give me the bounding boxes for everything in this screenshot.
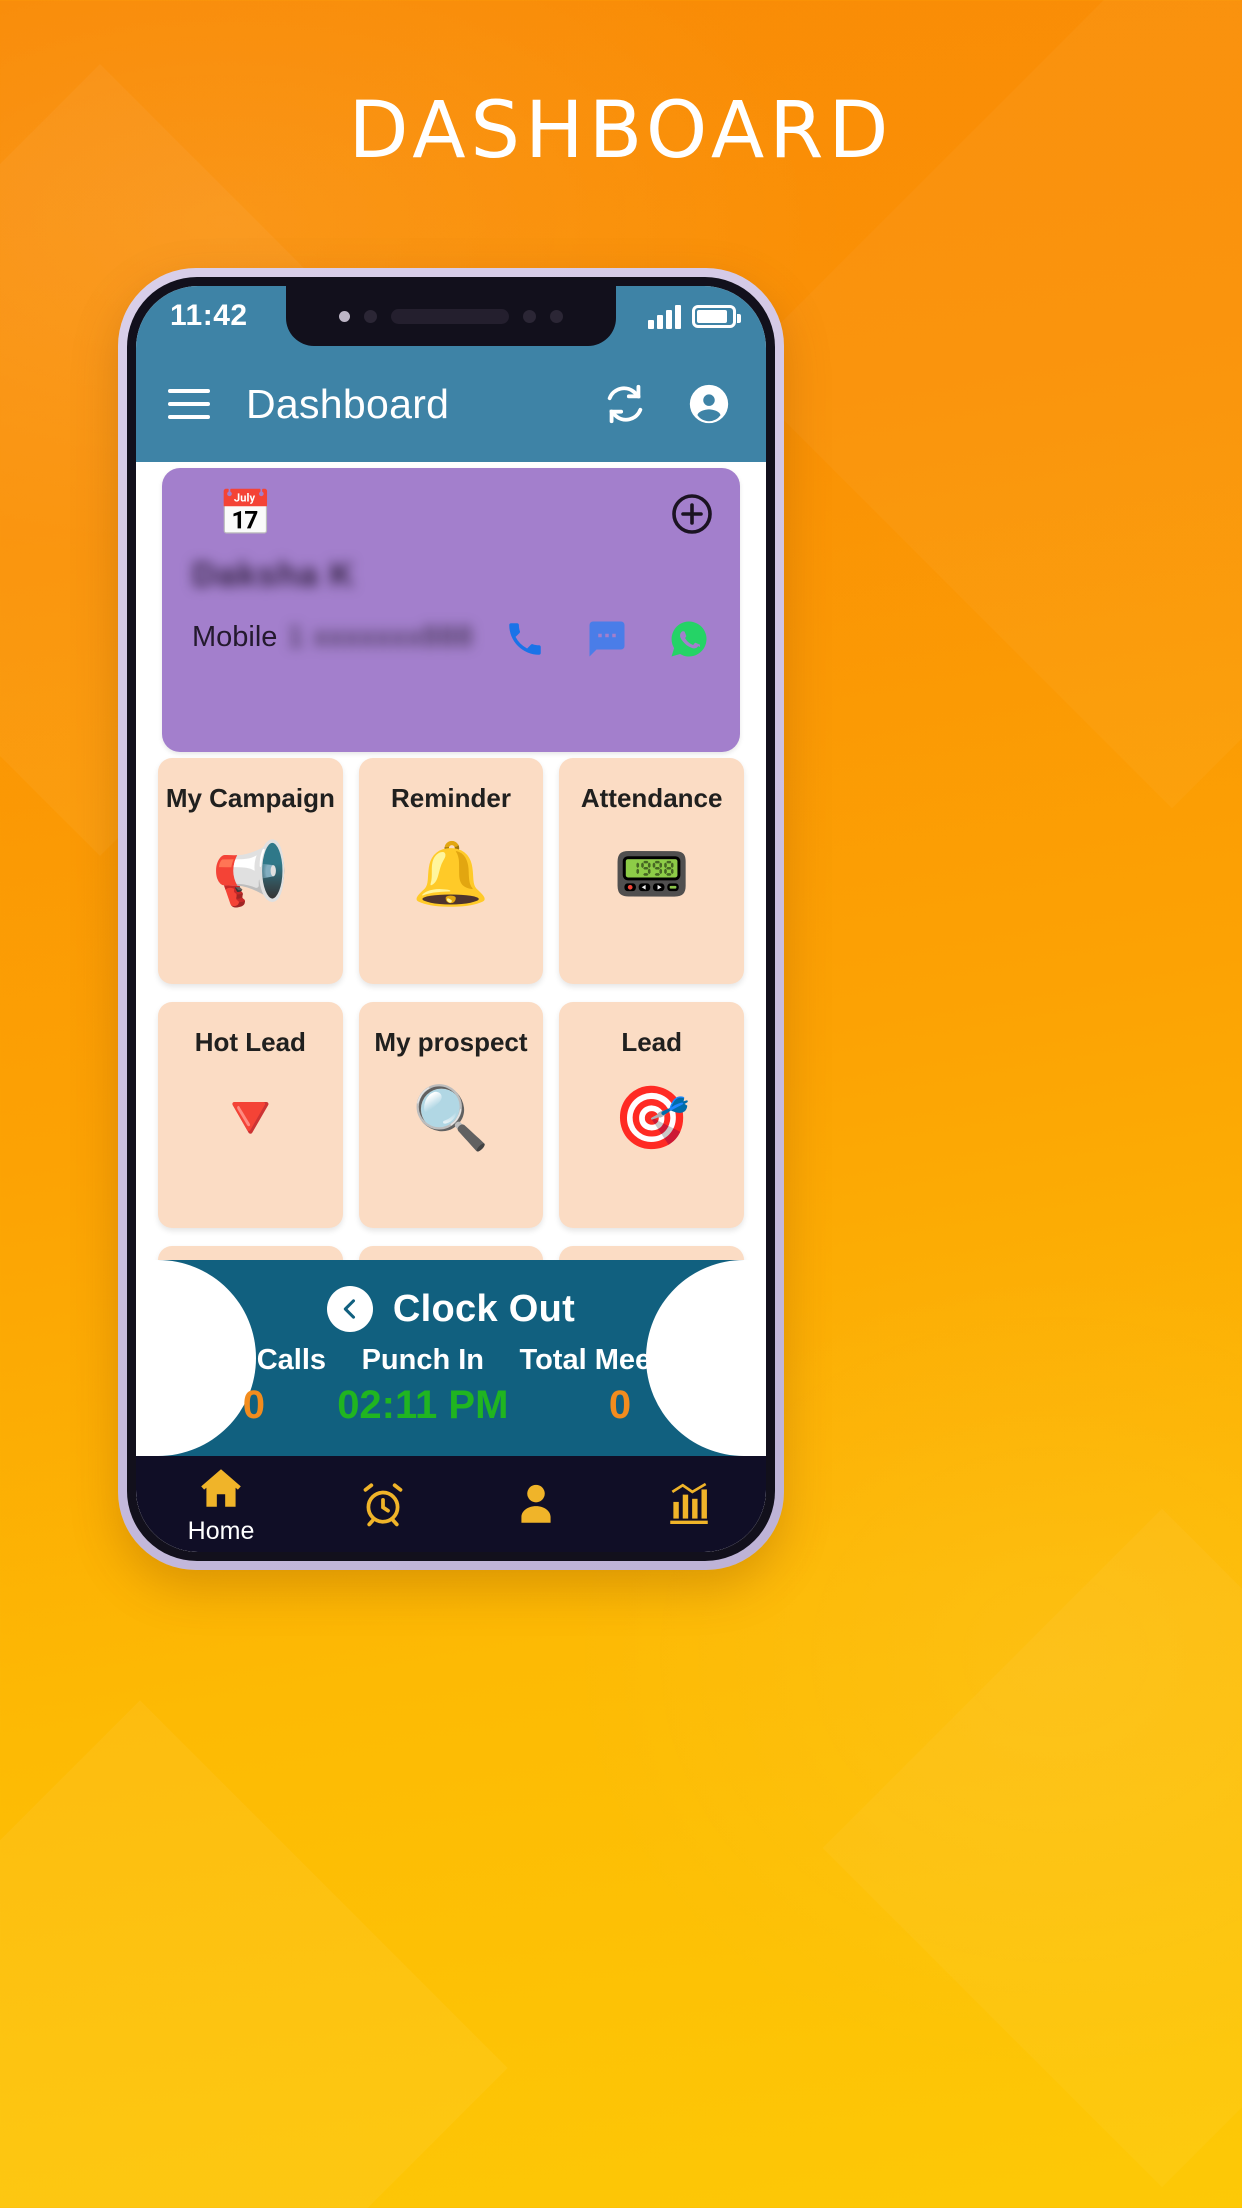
- nav-label: Home: [187, 1516, 255, 1545]
- nav-item-reports[interactable]: [664, 1479, 714, 1529]
- calendar-icon: 📅: [218, 489, 273, 538]
- stat-value: 0: [608, 1383, 632, 1427]
- tile-my-campaign[interactable]: My Campaign 📢: [158, 758, 343, 984]
- bottom-navigation: Home: [136, 1456, 766, 1552]
- page-title: DASHBOARD: [348, 86, 894, 176]
- notch-sensor-dot: [550, 309, 563, 323]
- sms-icon[interactable]: [586, 618, 628, 660]
- notch-camera-dot: [364, 309, 377, 323]
- refresh-sync-icon[interactable]: [602, 381, 648, 427]
- target-people-icon: 🎯: [613, 1083, 691, 1153]
- stat-value: 0: [242, 1383, 265, 1427]
- hamburger-menu-icon[interactable]: [168, 389, 210, 419]
- app-bar: Dashboard: [136, 346, 766, 462]
- plus-circle-icon[interactable]: [668, 490, 716, 538]
- clock-out-label: Clock Out: [392, 1287, 576, 1330]
- nav-item-home[interactable]: Home: [187, 1463, 255, 1546]
- whatsapp-icon[interactable]: [668, 618, 710, 660]
- person-icon: [521, 1484, 551, 1523]
- mobile-number: 1 xxxxxxx888: [287, 621, 474, 653]
- arrow-left-icon[interactable]: [326, 1286, 373, 1332]
- nav-item-profile[interactable]: [511, 1479, 561, 1529]
- tile-attendance[interactable]: Attendance 📟: [559, 758, 744, 984]
- tile-label: Attendance: [580, 783, 723, 813]
- status-time: 11:42: [170, 299, 248, 332]
- alarm-clock-icon: [363, 1483, 403, 1527]
- tile-label: My prospect: [374, 1027, 528, 1057]
- lead-name: Daksha K: [192, 556, 355, 594]
- notch-sensor-dot: [523, 309, 536, 323]
- stat-punch-in: Punch In 02:11 PM: [337, 1344, 508, 1428]
- mobile-label: Mobile: [192, 621, 278, 653]
- phone-screen: 11:42 Dashboard 📅 Daksha K Mobile 1 xxxx…: [136, 286, 766, 1552]
- stat-label: Punch In: [361, 1344, 485, 1376]
- notch-sensor-dot: [339, 310, 350, 322]
- tile-my-prospect[interactable]: My prospect 🔍: [358, 1002, 544, 1228]
- megaphone-icon: 📢: [211, 839, 289, 909]
- battery-icon: [692, 304, 741, 328]
- funnel-gears-icon: 🔻: [211, 1083, 289, 1153]
- tile-label: Reminder: [391, 783, 511, 813]
- tile-label: Lead: [621, 1027, 682, 1057]
- attendance-stats: Total Calls 0 Punch In 02:11 PM Total Me…: [136, 1344, 766, 1428]
- tile-lead[interactable]: Lead 🎯: [559, 1002, 744, 1228]
- account-circle-icon[interactable]: [686, 381, 732, 427]
- home-icon: [201, 1468, 241, 1507]
- signal-bars-icon: [648, 303, 681, 329]
- background-facet: [822, 1508, 1242, 2188]
- stat-label: Total Calls: [181, 1344, 327, 1376]
- search-person-icon: 🔍: [412, 1083, 490, 1153]
- bar-chart-icon: [670, 1482, 709, 1524]
- tile-reminder[interactable]: Reminder 🔔: [358, 758, 544, 984]
- stat-value: 02:11 PM: [337, 1383, 509, 1427]
- app-bar-title: Dashboard: [246, 380, 450, 427]
- lead-summary-card[interactable]: 📅 Daksha K Mobile 1 xxxxxxx888: [162, 468, 740, 752]
- clock-out-panel: Clock Out Total Calls 0 Punch In 02:11 P…: [136, 1260, 766, 1456]
- stat-total-calls: Total Calls 0: [182, 1344, 327, 1428]
- call-icon[interactable]: [504, 618, 546, 660]
- nav-item-reminder[interactable]: [358, 1479, 408, 1529]
- tile-label: My Campaign: [165, 783, 335, 813]
- stat-label: Total Meetings: [519, 1344, 721, 1376]
- tile-label: Hot Lead: [194, 1027, 306, 1057]
- phone-notch: [286, 286, 616, 346]
- punch-machine-icon: 📟: [613, 839, 691, 909]
- background-facet: [0, 1700, 508, 2208]
- stat-total-meetings: Total Meetings 0: [520, 1344, 721, 1428]
- phone-mockup: 11:42 Dashboard 📅 Daksha K Mobile 1 xxxx…: [118, 268, 784, 1570]
- bell-clock-icon: 🔔: [412, 839, 490, 909]
- notch-speaker: [391, 308, 509, 324]
- tile-hot-lead[interactable]: Hot Lead 🔻: [158, 1002, 343, 1228]
